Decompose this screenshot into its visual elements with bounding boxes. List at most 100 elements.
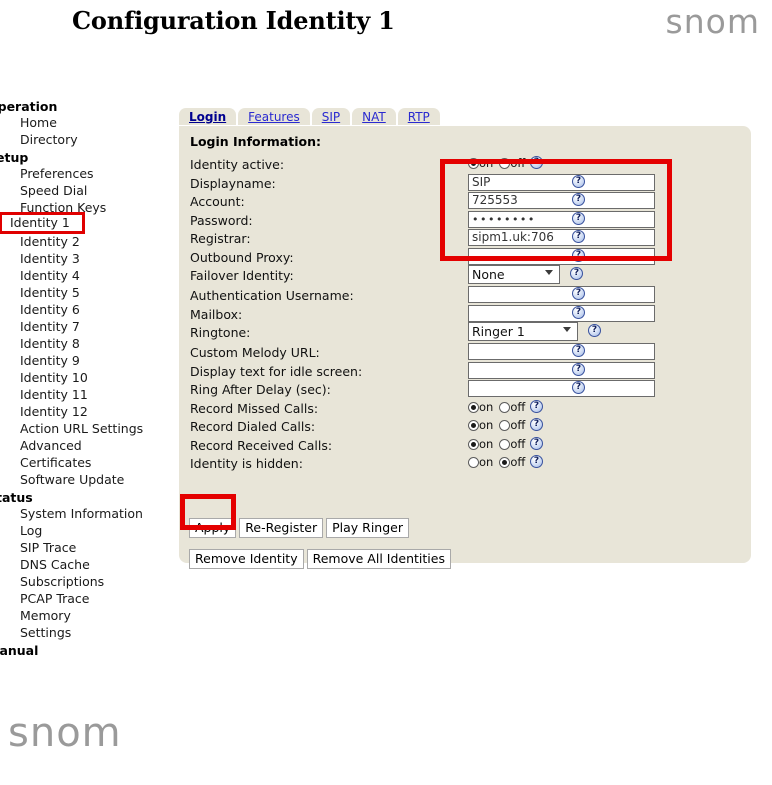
apply-button[interactable]: Apply: [189, 518, 237, 538]
sidebar-item-identity-12[interactable]: Identity 12: [10, 404, 88, 420]
sidebar-group-status: Status: [0, 490, 33, 505]
radio-record-missed-calls-on[interactable]: [468, 401, 479, 413]
sidebar-item-identity-8[interactable]: Identity 8: [10, 336, 80, 352]
sidebar-item-function-keys[interactable]: Function Keys: [10, 200, 106, 216]
radio-group-record-missed-calls: on off: [468, 400, 531, 414]
tab-label[interactable]: NAT: [362, 110, 386, 124]
sidebar-item-settings[interactable]: Settings: [10, 625, 71, 641]
tab-label[interactable]: RTP: [408, 110, 430, 124]
sidebar-item-memory[interactable]: Memory: [10, 608, 71, 624]
tab-label[interactable]: SIP: [322, 110, 340, 124]
help-icon-record-dialed-calls[interactable]: ?: [530, 418, 543, 431]
input-outbound-proxy[interactable]: [468, 247, 655, 265]
sidebar-item-identity-10[interactable]: Identity 10: [10, 370, 88, 386]
radio-identity-is-hidden-off[interactable]: [499, 457, 511, 468]
help-icon-registrar[interactable]: ?: [572, 230, 585, 243]
sidebar-item-action-url-settings[interactable]: Action URL Settings: [10, 421, 143, 437]
label-outbound-proxy: Outbound Proxy:: [190, 249, 294, 265]
sidebar-item-identity-9[interactable]: Identity 9: [10, 353, 80, 369]
radio-label-off: off: [510, 399, 526, 414]
select-ringtone[interactable]: Ringer 1: [468, 322, 578, 341]
help-icon-ring-after-delay-sec[interactable]: ?: [572, 381, 585, 394]
tab-rtp[interactable]: RTP: [397, 108, 440, 125]
radio-label-off: off: [510, 418, 526, 432]
radio-record-received-calls-on[interactable]: [468, 438, 479, 450]
help-icon-account[interactable]: ?: [572, 193, 585, 206]
input-custom-melody-url[interactable]: [468, 343, 655, 360]
radio-label-off: off: [510, 455, 526, 469]
input-ring-after-delay-sec[interactable]: [468, 380, 655, 397]
sidebar-item-subscriptions[interactable]: Subscriptions: [10, 574, 104, 590]
sidebar-item-identity-5[interactable]: Identity 5: [10, 285, 80, 301]
snom-logo-header: snom: [665, 2, 760, 41]
sidebar-item-identity-7[interactable]: Identity 7: [10, 319, 80, 335]
help-icon-identity-is-hidden[interactable]: ?: [530, 455, 543, 468]
help-icon-identity-active[interactable]: ?: [530, 156, 543, 169]
sidebar-item-home[interactable]: Home: [10, 115, 57, 131]
help-icon-mailbox[interactable]: ?: [572, 305, 585, 319]
label-mailbox: Mailbox:: [190, 306, 243, 322]
remove-identity-button[interactable]: Remove Identity: [189, 549, 304, 569]
label-custom-melody-url: Custom Melody URL:: [190, 345, 320, 360]
input-display-text-for-idle-screen[interactable]: [468, 361, 655, 379]
tab-login[interactable]: Login: [179, 108, 237, 125]
input-registrar[interactable]: [468, 229, 655, 246]
tab-sip[interactable]: SIP: [311, 108, 351, 125]
help-icon-outbound-proxy[interactable]: ?: [572, 248, 585, 262]
action-buttons-secondary: Remove Identity Remove All Identities: [189, 549, 454, 569]
label-identity-is-hidden: Identity is hidden:: [190, 456, 303, 471]
form-row-authentication-username: Authentication Username:?: [190, 286, 750, 305]
sidebar-item-identity-2[interactable]: Identity 2: [10, 234, 80, 250]
radio-record-received-calls-off[interactable]: [499, 438, 511, 450]
help-icon-custom-melody-url[interactable]: ?: [572, 344, 585, 357]
sidebar-item-advanced[interactable]: Advanced: [10, 438, 82, 454]
radio-record-missed-calls-off[interactable]: [499, 401, 511, 413]
help-icon-display-text-for-idle-screen[interactable]: ?: [572, 362, 585, 376]
help-icon-ringtone[interactable]: ?: [588, 324, 601, 337]
remove-all-identities-button[interactable]: Remove All Identities: [306, 549, 451, 569]
help-icon-record-missed-calls[interactable]: ?: [530, 399, 543, 413]
tab-label[interactable]: Features: [248, 110, 300, 124]
tab-bar: Login Features SIP NAT RTP: [179, 108, 442, 127]
help-icon-password[interactable]: ?: [572, 211, 585, 225]
tab-label[interactable]: Login: [189, 110, 226, 124]
sidebar-item-identity-11[interactable]: Identity 11: [10, 387, 88, 403]
select-failover-identity[interactable]: None: [468, 265, 560, 284]
radio-group-identity-is-hidden: on off: [468, 455, 531, 469]
play-ringer-button[interactable]: Play Ringer: [326, 518, 409, 538]
help-icon-authentication-username[interactable]: ?: [572, 287, 585, 300]
sidebar-item-system-information[interactable]: System Information: [10, 506, 143, 522]
tab-features[interactable]: Features: [238, 108, 310, 125]
sidebar-item-log[interactable]: Log: [10, 523, 42, 539]
form-row-record-dialed-calls: Record Dialed Calls: on off?: [190, 418, 750, 436]
label-password: Password:: [190, 212, 253, 228]
input-authentication-username[interactable]: [468, 286, 655, 303]
sidebar-item-certificates[interactable]: Certificates: [10, 455, 91, 471]
sidebar-item-identity-6[interactable]: Identity 6: [10, 302, 80, 318]
sidebar-item-dns-cache[interactable]: DNS Cache: [10, 557, 90, 573]
radio-record-dialed-calls-off[interactable]: [499, 420, 511, 431]
sidebar-item-software-update[interactable]: Software Update: [10, 472, 124, 488]
radio-identity-active-off[interactable]: [499, 158, 511, 169]
sidebar-item-identity-4[interactable]: Identity 4: [10, 268, 80, 284]
sidebar-item-identity-1[interactable]: Identity 1: [0, 211, 85, 235]
help-icon-failover-identity[interactable]: ?: [570, 267, 583, 280]
input-mailbox[interactable]: [468, 304, 655, 322]
label-failover-identity: Failover Identity:: [190, 268, 294, 283]
sidebar-item-sip-trace[interactable]: SIP Trace: [10, 540, 76, 556]
help-icon-record-received-calls[interactable]: ?: [530, 436, 543, 450]
tab-nat[interactable]: NAT: [352, 108, 396, 125]
radio-record-dialed-calls-on[interactable]: [468, 420, 479, 431]
sidebar-item-speed-dial[interactable]: Speed Dial: [10, 183, 87, 199]
sidebar-item-identity-3[interactable]: Identity 3: [10, 251, 80, 267]
sidebar-item-directory[interactable]: Directory: [10, 132, 78, 148]
input-password[interactable]: [468, 210, 655, 228]
sidebar-item-pcap-trace[interactable]: PCAP Trace: [10, 591, 90, 607]
radio-identity-active-on[interactable]: [468, 158, 479, 169]
sidebar-item-preferences[interactable]: Preferences: [10, 166, 94, 182]
re-register-button[interactable]: Re-Register: [239, 518, 324, 538]
input-account[interactable]: [468, 192, 655, 209]
input-displayname[interactable]: [468, 173, 655, 191]
radio-identity-is-hidden-on[interactable]: [468, 457, 479, 468]
help-icon-displayname[interactable]: ?: [572, 174, 585, 188]
